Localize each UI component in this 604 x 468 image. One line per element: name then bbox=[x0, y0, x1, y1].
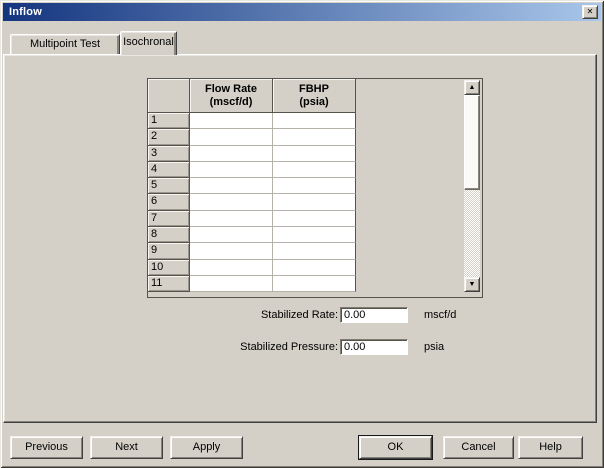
grid-cell-fbhp[interactable] bbox=[273, 161, 356, 179]
scrollbar-down-button[interactable]: ▼ bbox=[464, 277, 480, 292]
stabilized-pressure-unit: psia bbox=[424, 341, 445, 353]
table-row: 10 bbox=[148, 259, 356, 276]
table-row: 4 bbox=[148, 161, 356, 179]
grid-cell-fbhp[interactable] bbox=[273, 275, 356, 293]
grid-cell-fbhp[interactable] bbox=[273, 259, 356, 276]
cancel-button[interactable]: Cancel bbox=[443, 436, 514, 459]
scrollbar-track[interactable] bbox=[464, 190, 480, 277]
grid-cell-flow-rate[interactable] bbox=[190, 178, 273, 195]
grid-cell-flow-rate[interactable] bbox=[190, 210, 273, 228]
grid-vertical-scrollbar: ▲ ▼ bbox=[464, 80, 480, 292]
grid-cell-flow-rate[interactable] bbox=[190, 161, 273, 179]
column-header-flow-rate: Flow Rate (mscf/d) bbox=[190, 79, 273, 113]
next-button[interactable]: Next bbox=[90, 436, 163, 459]
grid-cell-fbhp[interactable] bbox=[273, 194, 356, 211]
stabilized-rate-label: Stabilized Rate: bbox=[260, 309, 338, 321]
grid-cell-flow-rate[interactable] bbox=[190, 275, 273, 293]
apply-button[interactable]: Apply bbox=[170, 436, 243, 459]
row-header[interactable]: 6 bbox=[148, 194, 190, 211]
grid-cell-flow-rate[interactable] bbox=[190, 227, 273, 244]
table-row: 11 bbox=[148, 275, 356, 293]
tab-label: Isochronal bbox=[123, 36, 174, 48]
column-header-fbhp: FBHP (psia) bbox=[273, 79, 356, 113]
row-header[interactable]: 5 bbox=[148, 178, 190, 195]
row-header[interactable]: 1 bbox=[148, 113, 190, 130]
stabilized-pressure-label: Stabilized Pressure: bbox=[240, 341, 338, 353]
stabilized-rate-input[interactable] bbox=[340, 307, 408, 323]
grid-cell-flow-rate[interactable] bbox=[190, 259, 273, 276]
scroll-up-icon: ▲ bbox=[468, 84, 476, 91]
grid-cell-flow-rate[interactable] bbox=[190, 129, 273, 146]
test-points-grid: Flow Rate (mscf/d) FBHP (psia) 1 2 3 4 5… bbox=[147, 78, 483, 298]
ok-button[interactable]: OK bbox=[359, 436, 432, 459]
grid-cell-fbhp[interactable] bbox=[273, 210, 356, 228]
window-title: Inflow bbox=[9, 6, 42, 18]
row-header[interactable]: 10 bbox=[148, 259, 190, 276]
tab-multipoint-test-selection[interactable]: Multipoint Test Selection bbox=[10, 34, 120, 69]
table-row: 5 bbox=[148, 178, 356, 195]
row-header[interactable]: 11 bbox=[148, 275, 190, 293]
scrollbar-up-button[interactable]: ▲ bbox=[464, 80, 480, 95]
table-row: 2 bbox=[148, 129, 356, 146]
table-row: 9 bbox=[148, 243, 356, 260]
grid-cell-fbhp[interactable] bbox=[273, 227, 356, 244]
grid-cell-fbhp[interactable] bbox=[273, 145, 356, 162]
grid-cell-flow-rate[interactable] bbox=[190, 243, 273, 260]
table-row: 8 bbox=[148, 227, 356, 244]
table-row: 6 bbox=[148, 194, 356, 211]
grid-corner-cell bbox=[148, 79, 190, 113]
table-row: 7 bbox=[148, 210, 356, 228]
grid-cell-fbhp[interactable] bbox=[273, 243, 356, 260]
row-header[interactable]: 4 bbox=[148, 161, 190, 179]
grid-cell-flow-rate[interactable] bbox=[190, 145, 273, 162]
grid-cell-fbhp[interactable] bbox=[273, 178, 356, 195]
title-bar: Inflow bbox=[3, 3, 601, 21]
scrollbar-thumb[interactable] bbox=[464, 95, 480, 190]
isochronal-tab-page: Flow Rate (mscf/d) FBHP (psia) 1 2 3 4 5… bbox=[3, 54, 597, 423]
row-header[interactable]: 8 bbox=[148, 227, 190, 244]
grid-cell-flow-rate[interactable] bbox=[190, 113, 273, 130]
inflow-dialog: Inflow ✕ Multipoint Test Selection Isoch… bbox=[0, 0, 604, 468]
grid-cell-flow-rate[interactable] bbox=[190, 194, 273, 211]
help-button[interactable]: Help bbox=[518, 436, 583, 459]
row-header[interactable]: 3 bbox=[148, 145, 190, 162]
table-row: 3 bbox=[148, 145, 356, 162]
scroll-down-icon: ▼ bbox=[468, 281, 476, 288]
stabilized-rate-unit: mscf/d bbox=[424, 309, 457, 321]
table-row: 1 bbox=[148, 113, 356, 130]
row-header[interactable]: 7 bbox=[148, 210, 190, 228]
grid-header-row: Flow Rate (mscf/d) FBHP (psia) bbox=[148, 79, 356, 113]
stabilized-pressure-input[interactable] bbox=[340, 339, 408, 355]
row-header[interactable]: 9 bbox=[148, 243, 190, 260]
row-header[interactable]: 2 bbox=[148, 129, 190, 146]
grid-cell-fbhp[interactable] bbox=[273, 113, 356, 130]
close-button[interactable]: ✕ bbox=[582, 5, 598, 19]
tab-isochronal[interactable]: Isochronal bbox=[120, 31, 177, 55]
close-icon: ✕ bbox=[586, 7, 594, 16]
previous-button[interactable]: Previous bbox=[10, 436, 83, 459]
grid-cell-fbhp[interactable] bbox=[273, 129, 356, 146]
